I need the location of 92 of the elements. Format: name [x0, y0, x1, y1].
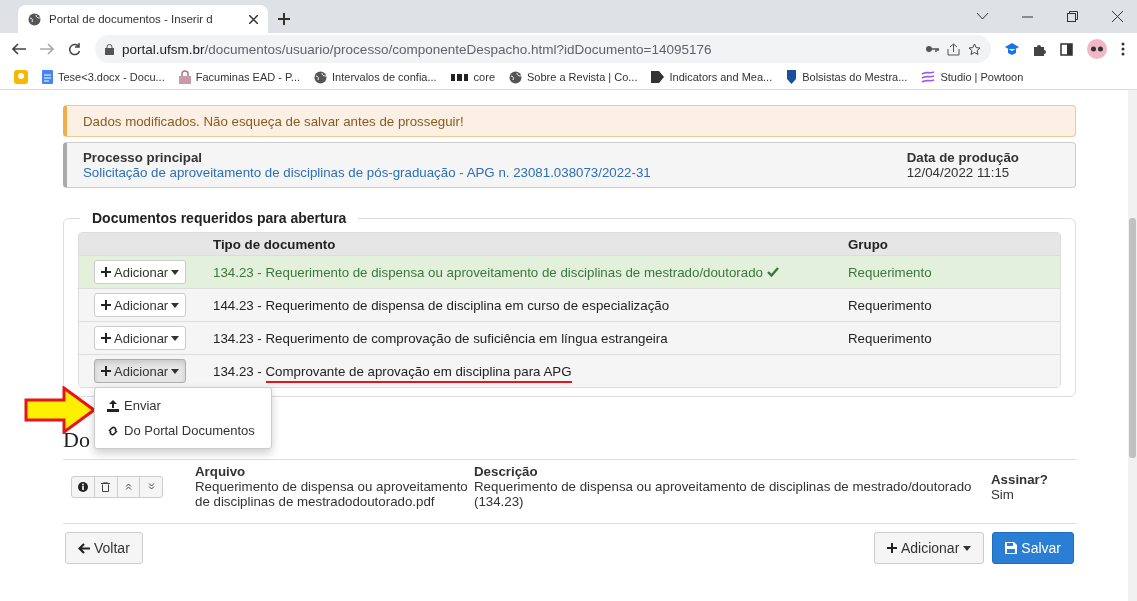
trash-icon: [101, 481, 111, 492]
bookmark[interactable]: core: [450, 71, 495, 83]
action-button-group[interactable]: [71, 475, 163, 498]
plus-icon: [101, 267, 111, 277]
restore-icon: [1067, 11, 1078, 22]
add-dropdown-button[interactable]: Adicionar: [94, 293, 187, 317]
star-icon: [968, 42, 981, 56]
check-icon: [766, 266, 779, 277]
plus-icon: [101, 366, 111, 376]
column-header: Tipo de documento: [213, 236, 337, 252]
caret-icon: [963, 545, 972, 551]
pkp-logo-icon: [450, 72, 469, 82]
process-link[interactable]: Solicitação de aproveitamento de disciplinas de pós-graduação - APG n. 23081.038073/2022-31: [83, 165, 651, 180]
plus-icon: [101, 300, 111, 310]
close-icon: [1112, 11, 1123, 22]
info-icon: [77, 481, 88, 492]
date-value: 12/04/2022 11:15: [906, 165, 1011, 180]
chevron-down-icon: [977, 13, 988, 20]
back-arrow-icon: [12, 43, 26, 55]
graduation-cap-icon: [1005, 43, 1019, 55]
description-label: Descrição: [474, 464, 539, 479]
chevron-down-icon: [147, 483, 155, 490]
puzzle-icon: [1033, 42, 1046, 56]
document-icon: [42, 70, 53, 84]
key-icon: [925, 45, 939, 53]
chevron-up-icon: [124, 483, 132, 490]
menu-icon: [1121, 42, 1125, 56]
menu-item[interactable]: Enviar: [95, 393, 271, 418]
plus-icon: [101, 333, 111, 343]
group-cell-text: Requerimento: [848, 264, 933, 280]
process-label: Processo principal: [83, 150, 203, 165]
reload-icon: [68, 42, 81, 56]
caret-icon: [171, 335, 180, 341]
avatar-icon: [1087, 39, 1107, 59]
browser-tab[interactable]: Portal de documentos - Inserir d: [18, 5, 268, 33]
minimize-icon: [1022, 15, 1033, 18]
document-type-cell: 134.23 - Requerimento de dispensa ou aproveitamento de disciplinas de mestrado/doutorado: [213, 264, 848, 280]
new-tab-icon: [278, 13, 290, 25]
file-label: Arquivo: [195, 464, 247, 479]
bookmark[interactable]: Sobre a Revista | Co...: [509, 70, 638, 84]
warning-alert: Dados modificados. Não esqueça de salvar antes de prosseguir!: [63, 105, 1076, 137]
globe-icon: [314, 70, 328, 84]
panel-legend: Documentos requeridos para abertura: [80, 210, 359, 226]
link-icon: [107, 424, 119, 437]
document-type-cell-text: 144.23 - Requerimento de dispensa de disciplina em curso de especialização: [213, 297, 671, 313]
sidebar-icon: [1060, 42, 1073, 56]
tab-title: Portal de documentos - Inserir d: [49, 13, 214, 25]
url-text: portal.ufsm.br/documentos/usuario/processo/componenteDespacho.html?idDocumento=14095176: [122, 41, 713, 57]
upload-icon: [107, 399, 119, 412]
save-button[interactable]: Salvar: [992, 532, 1074, 564]
bookmark[interactable]: Tese<3.docx - Docu...: [42, 70, 165, 84]
close-icon: [249, 14, 258, 24]
arrow-left-icon: [78, 542, 90, 554]
back-button[interactable]: Voltar: [65, 532, 143, 564]
bookmark[interactable]: [14, 70, 28, 84]
chevron-logo-icon: [651, 71, 665, 83]
add-dropdown-button[interactable]: Adicionar: [94, 326, 187, 350]
section-heading: Do: [63, 427, 90, 454]
arrow-annotation: [24, 386, 96, 434]
bookmark[interactable]: Indicators and Mea...: [651, 71, 773, 83]
caret-icon: [171, 302, 180, 308]
description-text: Requerimento de dispensa ou aproveitamento de disciplinas de mestrado/doutorado (134.23): [474, 479, 973, 509]
sign-label: Assinar?: [991, 471, 1049, 487]
group-cell-text: Requerimento: [848, 330, 933, 346]
plus-icon: [886, 543, 897, 553]
add-dropdown-button[interactable]: Adicionar: [94, 260, 187, 284]
swirl-icon: [921, 71, 936, 83]
lock-icon: [178, 70, 191, 84]
bookmark[interactable]: Studio | Powtoon: [921, 71, 1024, 83]
emblem-icon: [786, 70, 798, 84]
bookmark[interactable]: Intervalos de confia...: [314, 70, 437, 84]
date-label: Data de produção: [906, 150, 1019, 165]
add-dropdown-button[interactable]: Adicionar: [873, 532, 985, 564]
share-icon: [947, 42, 960, 56]
bookmark[interactable]: Bolsistas do Mestra...: [786, 70, 908, 84]
group-cell-text: Requerimento: [848, 297, 933, 313]
bookmark[interactable]: Facuminas EAD - P...: [178, 70, 301, 84]
bulb-icon: [14, 70, 28, 84]
column-header: Grupo: [848, 236, 889, 252]
forward-arrow-icon: [40, 43, 54, 55]
caret-icon: [171, 368, 180, 374]
sign-value: Sim: [991, 486, 1015, 502]
add-dropdown-button[interactable]: Adicionar: [94, 359, 187, 383]
globe-icon: [28, 12, 41, 26]
scrollbar[interactable]: [1128, 90, 1137, 601]
globe-icon: [509, 70, 522, 84]
menu-item[interactable]: Do Portal Documentos: [95, 418, 271, 443]
file-name: Requerimento de dispensa ou aproveitamento de disciplinas de mestradodoutorado.pdf: [195, 479, 469, 509]
lock-icon: [105, 43, 114, 55]
caret-icon: [171, 269, 180, 275]
address-bar[interactable]: portal.ufsm.br/documentos/usuario/processo/componenteDespacho.html?idDocumento=14095176: [95, 35, 991, 63]
document-type-cell-text: 134.23 - Requerimento de comprovação de suficiência em língua estrangeira: [213, 330, 669, 346]
